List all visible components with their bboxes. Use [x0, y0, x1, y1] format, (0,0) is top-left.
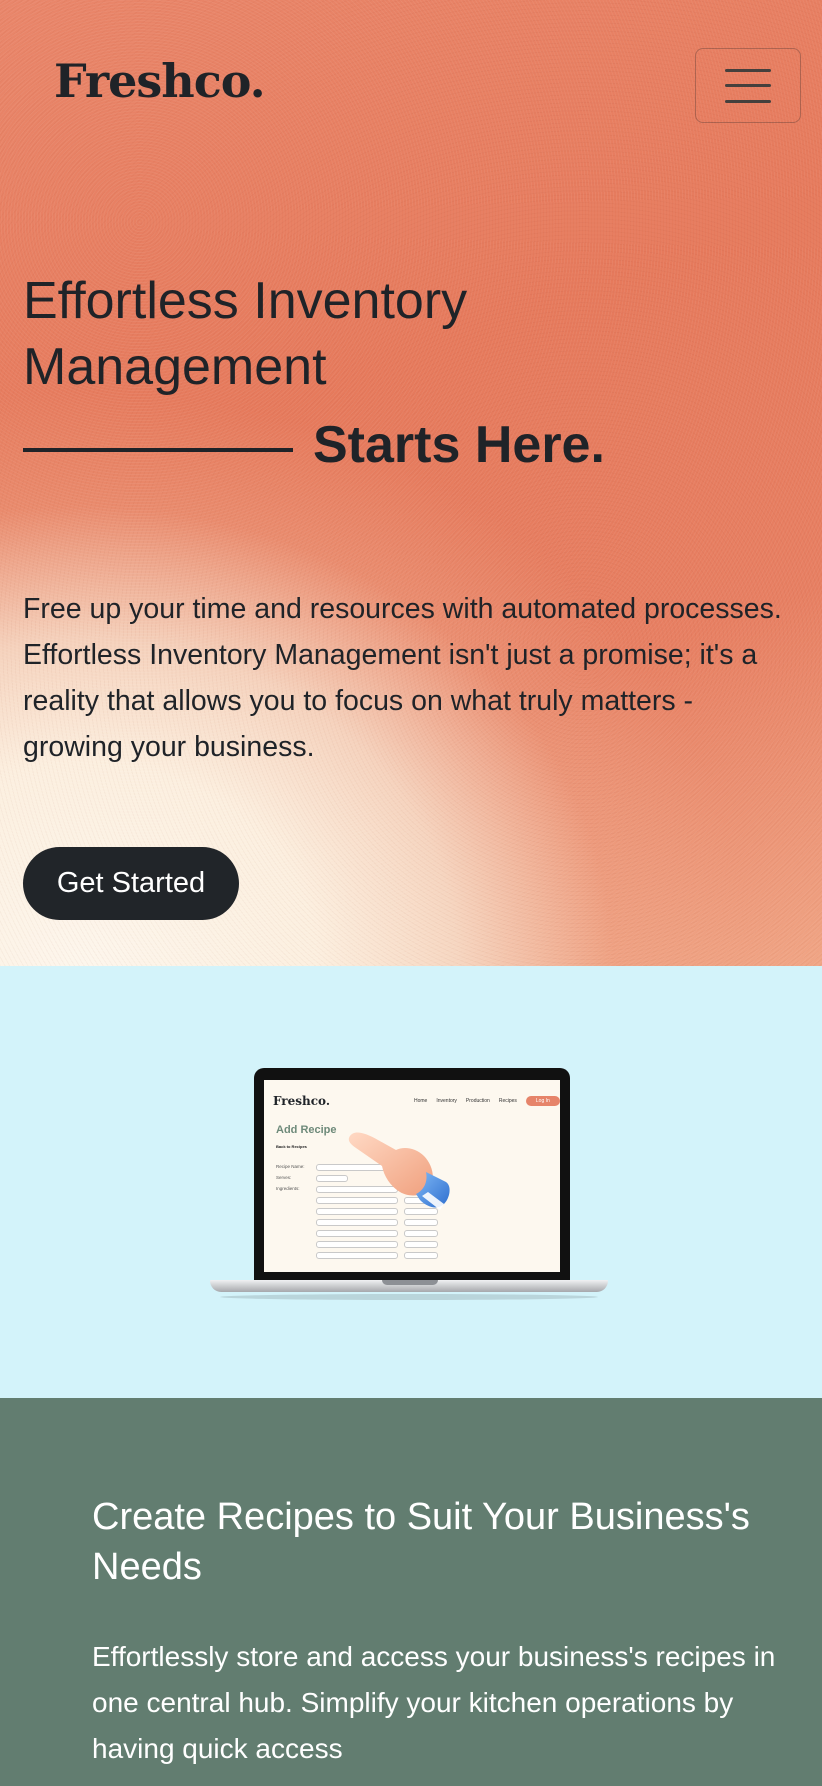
screen-input — [316, 1230, 398, 1237]
screen-nav-item: Recipes — [498, 1098, 517, 1104]
screen-input — [404, 1252, 438, 1259]
laptop-screen: Freshco. Home Inventory Production Recip… — [264, 1080, 560, 1272]
menu-toggle-button[interactable] — [695, 48, 801, 123]
screen-nav-item: Inventory — [436, 1098, 457, 1104]
screen-input — [404, 1241, 438, 1248]
get-started-button[interactable]: Get Started — [23, 847, 239, 920]
screen-nav: Home Inventory Production Recipes Log In — [414, 1096, 560, 1106]
screen-logo: Freshco. — [273, 1094, 331, 1108]
hero-section: Freshco. Effortless Inventory Management… — [0, 0, 822, 966]
page: Freshco. Effortless Inventory Management… — [0, 0, 822, 1786]
laptop-shadow — [220, 1294, 598, 1300]
hero-title: Effortless Inventory Management — [23, 272, 468, 396]
hamburger-menu-icon — [725, 68, 771, 103]
screen-subheading: Back to Recipes — [276, 1144, 307, 1149]
feature-description: Effortlessly store and access your busin… — [92, 1641, 776, 1764]
screen-label: Recipe Name: — [276, 1164, 305, 1169]
laptop-lid: Freshco. Home Inventory Production Recip… — [254, 1068, 570, 1283]
screen-input — [316, 1252, 398, 1259]
screen-input — [404, 1230, 438, 1237]
screen-login-button: Log In — [525, 1096, 560, 1106]
screen-nav-item: Home — [414, 1098, 428, 1104]
laptop-illustration: Freshco. Home Inventory Production Recip… — [210, 1068, 610, 1300]
hero-tagline-row: Starts Here. — [23, 410, 605, 480]
feature-title: Create Recipes to Suit Your Business's N… — [92, 1496, 750, 1588]
screen-label: Serves: — [276, 1175, 292, 1180]
feature-section: Create Recipes to Suit Your Business's N… — [0, 1398, 822, 1786]
screen-nav-item: Production — [465, 1098, 490, 1104]
screen-input — [316, 1241, 398, 1248]
screen-heading: Add Recipe — [276, 1124, 337, 1136]
pointing-hand-icon — [348, 1132, 450, 1210]
hero-tagline: Starts Here. — [313, 416, 605, 474]
tagline-divider — [23, 448, 293, 452]
hero-texture — [0, 0, 822, 966]
brand-logo[interactable]: Freshco. — [54, 58, 266, 104]
screen-label: Ingredients: — [276, 1186, 300, 1191]
product-showcase-section: Freshco. Home Inventory Production Recip… — [0, 966, 822, 1398]
laptop-notch — [382, 1280, 438, 1285]
hero-description: Free up your time and resources with aut… — [23, 593, 782, 763]
